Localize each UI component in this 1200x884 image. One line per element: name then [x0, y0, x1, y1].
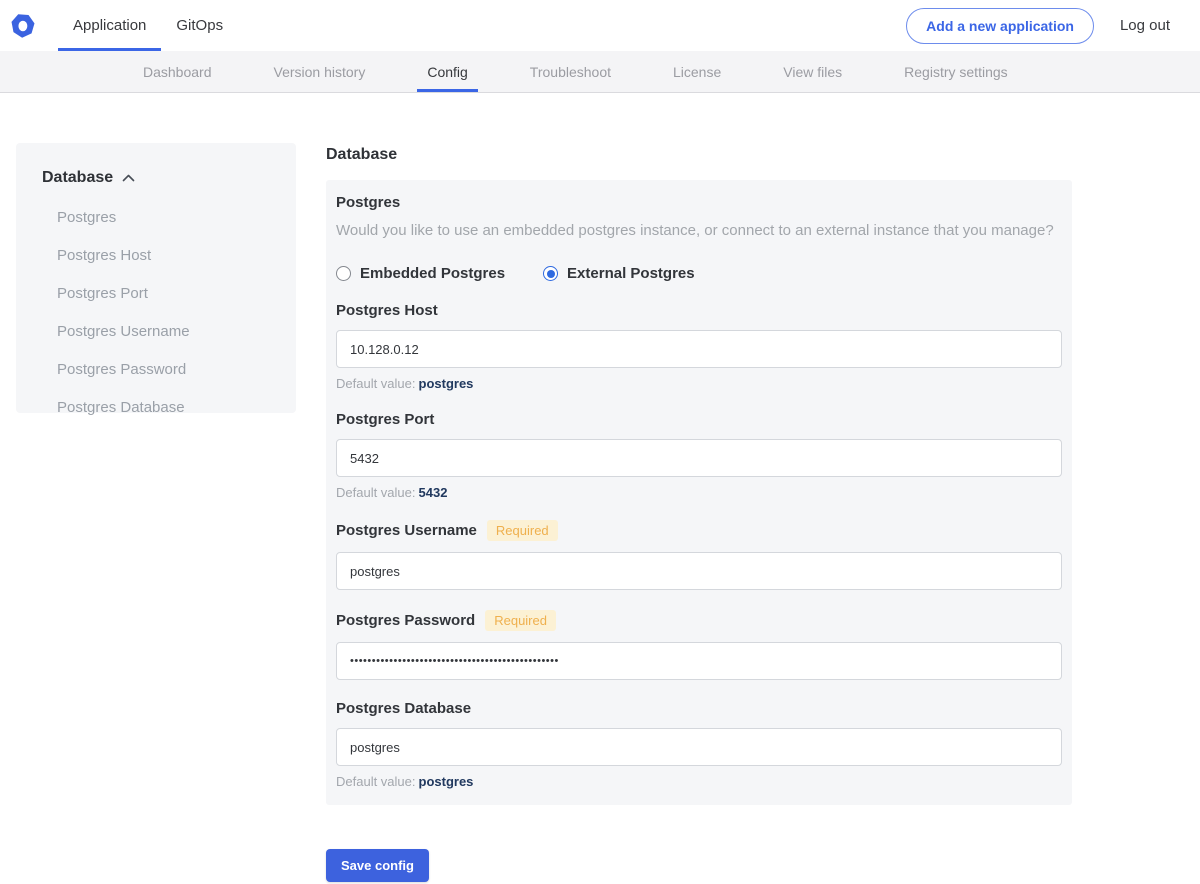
default-value-label: Default value: — [336, 376, 416, 391]
postgres-username-input[interactable] — [336, 552, 1062, 590]
database-config-panel: Postgres Would you like to use an embedd… — [326, 180, 1072, 805]
app-logo-icon — [11, 13, 35, 38]
subnav-tab-version-history[interactable]: Version history — [264, 51, 376, 92]
add-new-application-button[interactable]: Add a new application — [906, 7, 1094, 44]
config-groups-sidebar: Database Postgres Postgres Host Postgres… — [16, 143, 296, 416]
tab-application[interactable]: Application — [58, 0, 161, 51]
radio-external-postgres[interactable]: External Postgres — [543, 265, 695, 282]
radio-embedded-postgres[interactable]: Embedded Postgres — [336, 265, 505, 282]
subnav-tab-config[interactable]: Config — [417, 51, 477, 92]
postgres-group-label: Postgres — [336, 194, 401, 211]
postgres-password-label: Postgres Password — [336, 612, 476, 629]
radio-external-postgres-label: External Postgres — [567, 265, 695, 282]
field-postgres-database: Postgres Database Default value:postgres — [336, 700, 1062, 789]
tab-gitops[interactable]: GitOps — [161, 0, 238, 51]
postgres-host-input[interactable] — [336, 330, 1062, 368]
sidebar-item-postgres-host[interactable]: Postgres Host — [57, 247, 296, 264]
postgres-database-default: Default value: postgres — [336, 774, 1062, 789]
sidebar-group-database-label: Database — [42, 169, 114, 186]
field-postgres-host: Postgres Host Default value:postgres — [336, 302, 1062, 391]
tab-application-label: Application — [73, 17, 147, 34]
top-navigation-bar: Application GitOps Add a new application… — [0, 0, 1200, 51]
save-config-button[interactable]: Save config — [326, 849, 429, 882]
tab-gitops-label: GitOps — [176, 17, 224, 34]
default-value-text: 5432 — [418, 485, 448, 500]
postgres-host-default: Default value: postgres — [336, 376, 1062, 391]
radio-selected-icon — [543, 266, 559, 281]
logout-link[interactable]: Log out — [1120, 17, 1170, 34]
postgres-mode-radio-group: Embedded Postgres External Postgres — [336, 265, 1062, 282]
default-value-text: postgres — [418, 376, 474, 391]
postgres-database-label: Postgres Database — [336, 700, 472, 717]
subnav-tab-license[interactable]: License — [663, 51, 731, 92]
radio-embedded-postgres-label: Embedded Postgres — [360, 265, 506, 282]
postgres-port-label: Postgres Port — [336, 411, 435, 428]
top-nav-tabs: Application GitOps — [58, 0, 238, 51]
config-page: Database Postgres Postgres Host Postgres… — [0, 93, 1200, 883]
field-postgres-username: Postgres Username Required — [336, 520, 1062, 590]
default-value-label: Default value: — [336, 485, 416, 500]
required-badge: Required — [486, 520, 558, 541]
sidebar-item-list: Postgres Postgres Host Postgres Port Pos… — [57, 209, 296, 416]
sidebar-item-postgres-database[interactable]: Postgres Database — [57, 399, 296, 416]
app-subnav-bar: Dashboard Version history Config Trouble… — [0, 51, 1200, 93]
subnav-tab-view-files[interactable]: View files — [773, 51, 852, 92]
sidebar-item-postgres-username[interactable]: Postgres Username — [57, 323, 296, 340]
topnav-spacer — [238, 0, 906, 51]
subnav-tab-dashboard[interactable]: Dashboard — [133, 51, 222, 92]
postgres-port-default: Default value: 5432 — [336, 485, 1062, 500]
postgres-help-text: Would you like to use an embedded postgr… — [336, 222, 1054, 239]
sidebar-item-postgres[interactable]: Postgres — [57, 209, 296, 226]
radio-unselected-icon — [336, 266, 351, 281]
field-postgres-password: Postgres Password Required — [336, 610, 1062, 680]
postgres-host-label: Postgres Host — [336, 302, 438, 319]
field-postgres-port: Postgres Port Default value:5432 — [336, 411, 1062, 500]
postgres-database-input[interactable] — [336, 728, 1062, 766]
subnav-tab-troubleshoot[interactable]: Troubleshoot — [520, 51, 621, 92]
app-logo[interactable] — [10, 0, 36, 51]
sidebar-group-database[interactable]: Database — [42, 169, 296, 187]
default-value-label: Default value: — [336, 774, 416, 789]
default-value-text: postgres — [418, 774, 474, 789]
subnav-tab-registry-settings[interactable]: Registry settings — [894, 51, 1017, 92]
page-title: Database — [326, 146, 398, 163]
postgres-username-label: Postgres Username — [336, 522, 477, 539]
sidebar-item-postgres-port[interactable]: Postgres Port — [57, 285, 296, 302]
required-badge: Required — [485, 610, 556, 631]
postgres-password-input[interactable] — [336, 642, 1062, 680]
config-main-area: Database Postgres Would you like to use … — [326, 146, 1072, 882]
sidebar-item-postgres-password[interactable]: Postgres Password — [57, 361, 296, 378]
postgres-port-input[interactable] — [336, 439, 1062, 477]
chevron-up-icon — [122, 174, 135, 182]
